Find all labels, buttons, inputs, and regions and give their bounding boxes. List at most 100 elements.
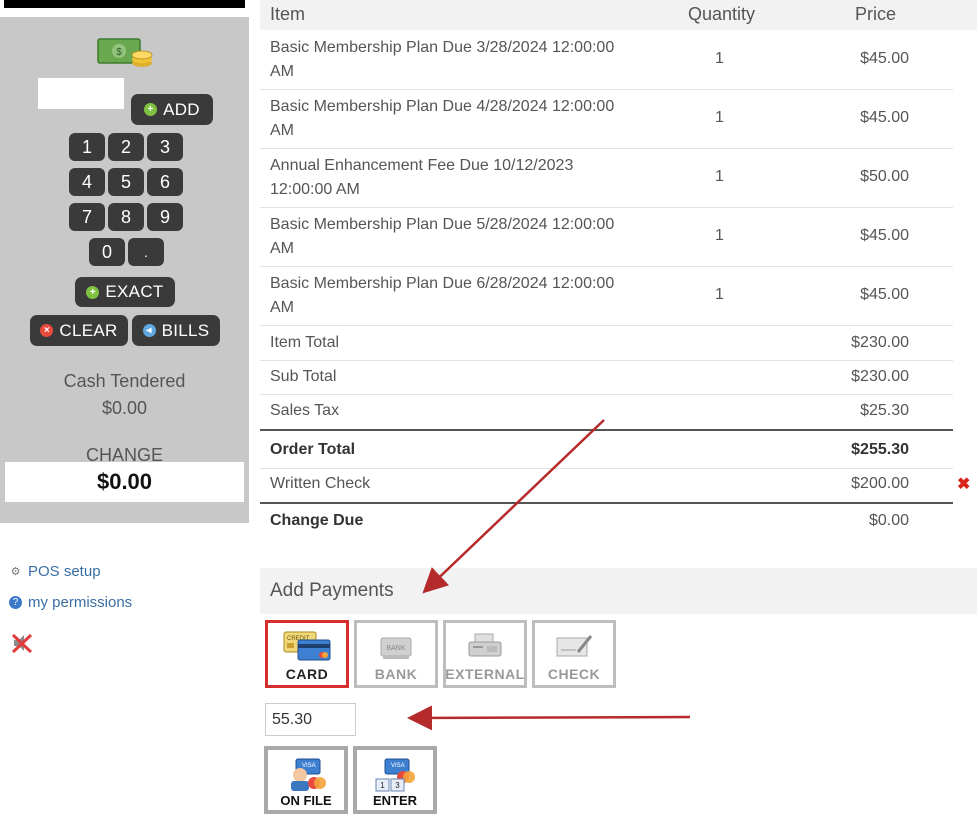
keypad-key-3[interactable]: 3: [147, 133, 183, 161]
order-total-value: $255.30: [851, 441, 909, 458]
keypad-key-9[interactable]: 9: [147, 203, 183, 231]
keypad-key-7[interactable]: 7: [69, 203, 105, 231]
credit-card-icon: CREDIT: [283, 631, 331, 661]
header-item: Item: [270, 4, 306, 24]
payment-amount-input[interactable]: [265, 703, 356, 736]
item-name: Basic Membership Plan Due 3/28/2024 12:0…: [270, 39, 615, 56]
payment-method-bank[interactable]: BANK BANK: [354, 620, 438, 688]
item-total-row: Item Total $230.00: [260, 326, 953, 361]
keypad-key-2[interactable]: 2: [108, 133, 144, 161]
payment-method-label: CHECK: [547, 666, 601, 682]
svg-text:BANK: BANK: [386, 645, 405, 652]
item-price: $45.00: [860, 109, 909, 126]
check-icon: [556, 635, 593, 657]
panel-gap: [0, 8, 249, 17]
exact-button[interactable]: + EXACT: [75, 277, 175, 307]
written-check-value: $200.00: [851, 475, 909, 492]
keypad-key-4[interactable]: 4: [69, 168, 105, 196]
change-value: $0.00: [5, 462, 244, 502]
item-name-cont: AM: [270, 299, 294, 316]
bills-button-label: BILLS: [161, 320, 210, 340]
item-price: $45.00: [860, 286, 909, 303]
keypad-key-8[interactable]: 8: [108, 203, 144, 231]
annotation-arrow-to-amount: [407, 705, 691, 731]
sound-muted-icon[interactable]: [11, 632, 33, 654]
table-row: Annual Enhancement Fee Due 10/12/2023 12…: [260, 149, 953, 208]
item-name: Basic Membership Plan Due 5/28/2024 12:0…: [270, 216, 615, 233]
sub-total-label: Sub Total: [270, 368, 337, 385]
header-price: Price: [855, 4, 897, 24]
add-button[interactable]: + ADD: [131, 94, 213, 125]
item-quantity: 1: [715, 227, 724, 244]
sub-total-row: Sub Total $230.00: [260, 361, 953, 395]
item-name: Annual Enhancement Fee Due 10/12/2023: [270, 157, 574, 174]
table-row: Basic Membership Plan Due 3/28/2024 12:0…: [260, 30, 953, 90]
item-total-value: $230.00: [851, 334, 909, 351]
change-due-value: $0.00: [868, 512, 909, 529]
payment-method-label: CARD: [285, 666, 329, 682]
bank-icon: BANK: [380, 637, 412, 659]
clear-button-label: CLEAR: [59, 320, 118, 340]
keypad-key-0[interactable]: 0: [89, 238, 125, 266]
item-quantity: 1: [715, 50, 724, 67]
svg-text:1: 1: [380, 781, 385, 790]
card-enter-button[interactable]: VISA 1 3 ENTER: [353, 746, 437, 814]
svg-text:$: $: [116, 47, 122, 58]
card-enter-icon: VISA 1 3: [375, 758, 415, 792]
payment-method-label: EXTERNAL: [445, 666, 525, 682]
card-option-label: ENTER: [372, 793, 418, 808]
item-name: Basic Membership Plan Due 4/28/2024 12:0…: [270, 98, 615, 115]
written-check-label: Written Check: [270, 475, 371, 492]
cash-tendered-value: $0.00: [101, 398, 148, 418]
item-price: $50.00: [860, 168, 909, 185]
keypad-key-1[interactable]: 1: [69, 133, 105, 161]
sales-tax-label: Sales Tax: [270, 402, 340, 419]
clear-button[interactable]: × CLEAR: [30, 315, 128, 346]
keypad-key-decimal[interactable]: .: [128, 238, 164, 266]
order-total-row: Order Total $255.30: [260, 431, 953, 469]
pos-setup-label: POS setup: [28, 563, 101, 580]
table-row: Basic Membership Plan Due 4/28/2024 12:0…: [260, 90, 953, 149]
change-due-row: Change Due $0.00: [260, 504, 953, 538]
svg-text:VISA: VISA: [302, 763, 316, 769]
remove-payment-icon[interactable]: ✖: [957, 474, 970, 494]
add-button-label: ADD: [163, 99, 200, 119]
add-payments-heading: Add Payments: [260, 568, 977, 614]
bills-button[interactable]: ◂ BILLS: [132, 315, 220, 346]
pos-setup-link[interactable]: ⚙ POS setup: [9, 563, 101, 580]
item-quantity: 1: [715, 109, 724, 126]
top-black-bar: [4, 0, 245, 8]
keypad-key-6[interactable]: 6: [147, 168, 183, 196]
svg-text:VISA: VISA: [391, 763, 405, 769]
payment-method-check[interactable]: CHECK: [532, 620, 616, 688]
sales-tax-row: Sales Tax $25.30: [260, 395, 953, 431]
card-on-file-button[interactable]: VISA ON FILE: [264, 746, 348, 814]
item-quantity: 1: [715, 168, 724, 185]
table-header: Item Quantity Price: [260, 0, 977, 30]
plus-icon: +: [144, 103, 158, 116]
help-icon: ?: [9, 596, 22, 609]
payment-method-card[interactable]: CREDIT CARD: [265, 620, 349, 688]
order-total-label: Order Total: [270, 441, 356, 458]
card-option-label: ON FILE: [280, 793, 332, 808]
pos-panel: $ + ADD 1 2 3 4 5 6 7 8 9 0 . + EXACT × …: [0, 17, 249, 523]
keypad-key-5[interactable]: 5: [108, 168, 144, 196]
payment-method-external[interactable]: EXTERNAL: [443, 620, 527, 688]
cash-tendered-label: Cash Tendered: [63, 371, 186, 391]
item-name: Basic Membership Plan Due 6/28/2024 12:0…: [270, 275, 615, 292]
item-name-cont: 12:00:00 AM: [270, 181, 360, 198]
cash-amount-input[interactable]: [38, 78, 124, 109]
gear-icon: ⚙: [10, 566, 21, 578]
svg-text:3: 3: [395, 781, 400, 790]
my-permissions-link[interactable]: ? my permissions: [9, 594, 132, 611]
item-name-cont: AM: [270, 63, 294, 80]
item-price: $45.00: [860, 227, 909, 244]
my-permissions-label: my permissions: [28, 594, 133, 611]
card-on-file-icon: VISA: [291, 758, 326, 791]
table-row: Basic Membership Plan Due 6/28/2024 12:0…: [260, 267, 953, 326]
item-total-label: Item Total: [270, 334, 340, 351]
plus-icon: +: [86, 285, 100, 299]
x-circle-icon: ×: [40, 324, 54, 337]
header-quantity: Quantity: [688, 4, 756, 24]
change-due-label: Change Due: [270, 512, 364, 529]
